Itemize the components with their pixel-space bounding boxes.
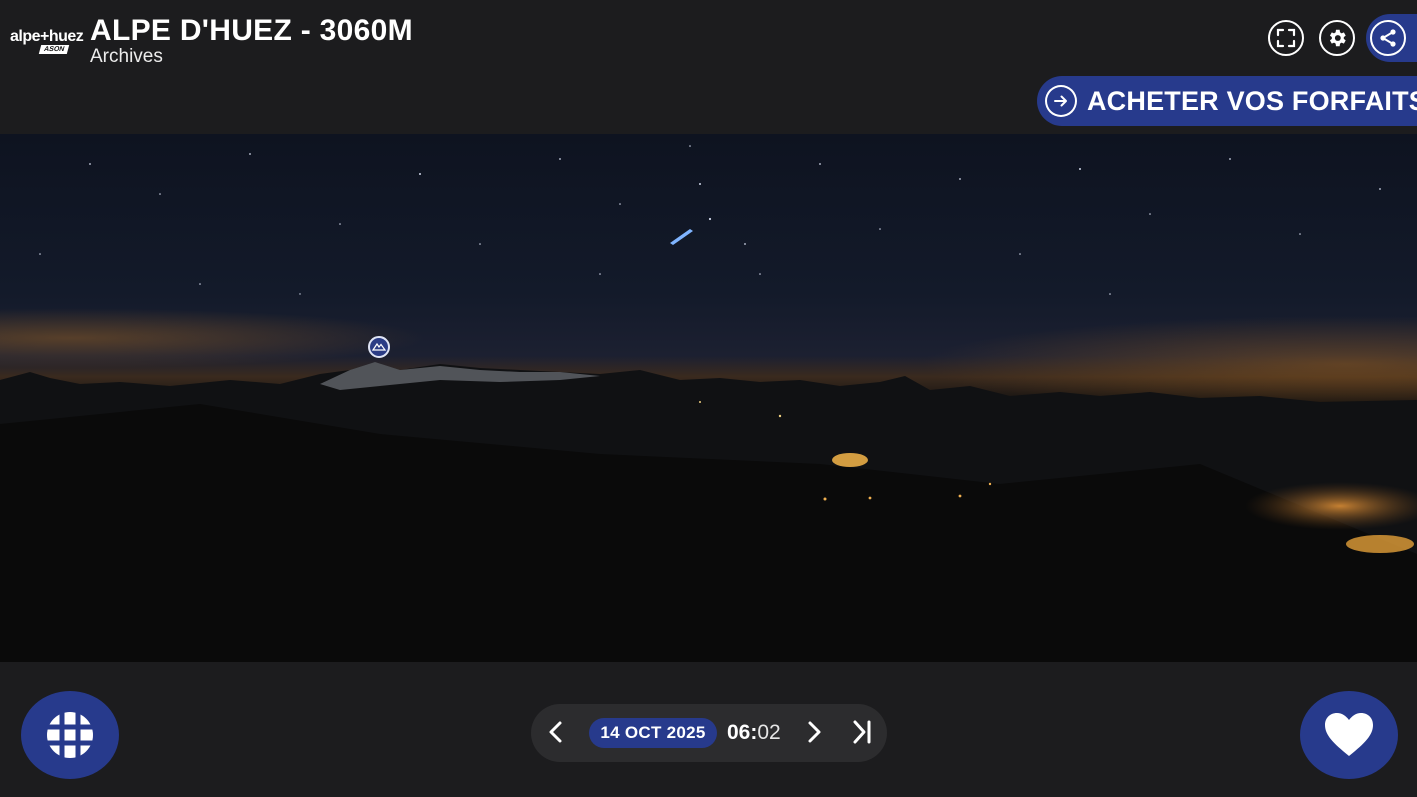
- logo-text: alpe+huez: [10, 28, 84, 45]
- webcam-panorama[interactable]: [0, 134, 1417, 662]
- poi-marker[interactable]: [368, 336, 390, 358]
- meteor-streak: [670, 229, 693, 245]
- page-subtitle: Archives: [90, 46, 163, 67]
- grid-globe-icon: [47, 712, 93, 758]
- share-button[interactable]: [1370, 20, 1406, 56]
- header-bar: alpe+huez ASON ALPE D'HUEZ - 3060M Archi…: [0, 0, 1417, 134]
- mountain-marker-icon: [371, 342, 387, 351]
- date-selector[interactable]: 14 OCT 2025: [589, 718, 717, 748]
- share-icon: [1380, 29, 1396, 47]
- buy-passes-label: ACHETER VOS FORFAITS: [1086, 85, 1417, 116]
- time-navigator: 14 OCT 2025 06:02: [531, 704, 887, 762]
- time-selector[interactable]: 06:02: [727, 719, 781, 747]
- fullscreen-icon: [1276, 28, 1296, 48]
- time-hour: 06: [727, 721, 751, 744]
- arrow-right-circle-icon: [1045, 85, 1077, 117]
- chevron-right-icon: [808, 721, 821, 743]
- settings-button[interactable]: [1319, 20, 1355, 56]
- skip-to-end-icon: [853, 720, 871, 744]
- grid-view-button[interactable]: [21, 691, 119, 779]
- time-minute: 02: [757, 721, 781, 744]
- latest-image-button[interactable]: [847, 717, 877, 747]
- previous-image-button[interactable]: [541, 717, 571, 747]
- share-tab[interactable]: [1366, 14, 1417, 62]
- chevron-left-icon: [549, 721, 562, 743]
- buy-passes-button[interactable]: ACHETER VOS FORFAITS: [1037, 76, 1417, 126]
- bottom-bar: 14 OCT 2025 06:02: [0, 662, 1417, 797]
- stars: [39, 145, 1381, 295]
- heart-icon: [1325, 713, 1373, 756]
- gear-icon: [1329, 29, 1346, 47]
- favorite-button[interactable]: [1300, 691, 1398, 779]
- logo[interactable]: alpe+huez ASON: [10, 28, 84, 58]
- page-title: ALPE D'HUEZ - 3060M: [90, 14, 413, 47]
- next-image-button[interactable]: [799, 717, 829, 747]
- logo-sub-badge: ASON: [38, 45, 70, 54]
- fullscreen-button[interactable]: [1268, 20, 1304, 56]
- panorama-scene: [0, 145, 1417, 662]
